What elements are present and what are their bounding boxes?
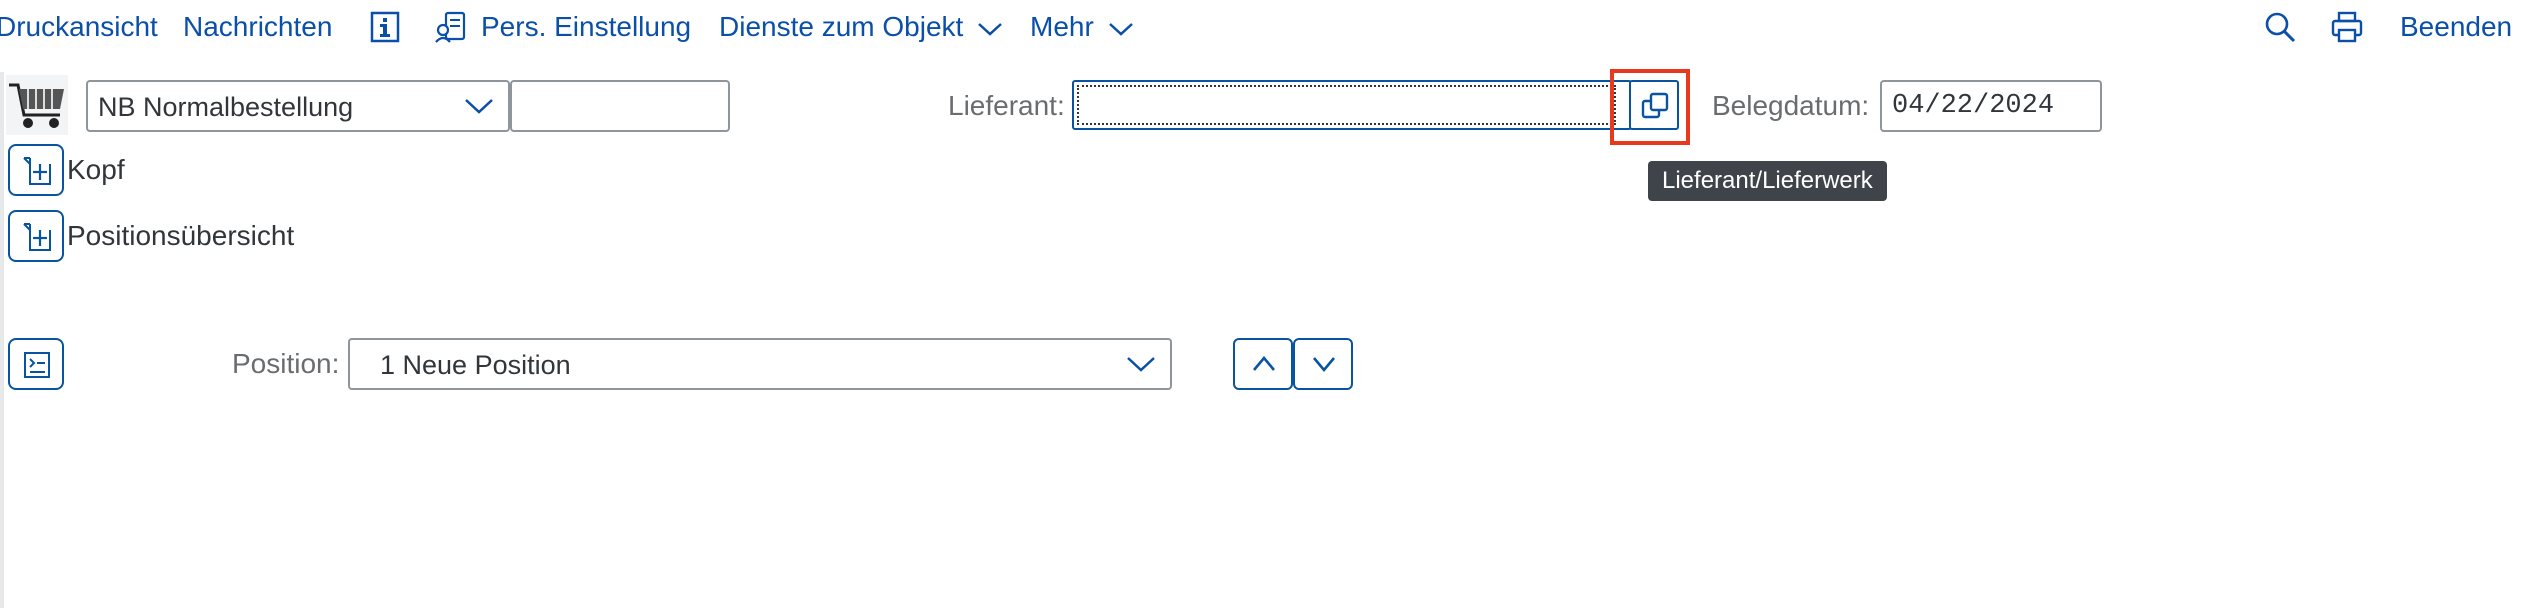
position-value: 1 Neue Position [380,350,571,380]
doc-date-input[interactable]: 04/22/2024 [1880,80,2102,132]
item-detail-toggle-button[interactable] [8,338,64,390]
item-detail-icon [24,352,50,378]
vendor-tooltip: Lieferant/Lieferwerk [1648,161,1887,201]
left-edge-divider [0,72,4,608]
info-icon[interactable] [368,10,402,44]
order-type-value: NB Normalbestellung [98,92,354,122]
personal-settings-icon[interactable] [434,10,468,44]
vendor-input-focus [1077,85,1616,125]
position-label: Position: [232,348,340,379]
search-icon[interactable] [2263,10,2297,44]
expand-item-overview-button[interactable] [8,210,64,262]
highlight-box [1610,69,1690,145]
position-select[interactable]: 1 Neue Position [348,338,1172,390]
previous-item-button[interactable] [1233,338,1293,390]
exit-button[interactable]: Beenden [2400,9,2512,45]
object-services-menu[interactable]: Dienste zum Objekt [719,9,1003,45]
more-label: Mehr [1030,11,1094,42]
doc-date-label: Belegdatum: [1712,90,1870,121]
object-services-label: Dienste zum Objekt [719,11,964,42]
shopping-cart-icon [6,75,68,135]
order-number-input[interactable] [510,80,730,132]
chevron-down-icon [978,22,1002,36]
header-section-label[interactable]: Kopf [67,144,125,196]
vendor-input[interactable] [1072,80,1632,130]
more-menu[interactable]: Mehr [1030,9,1134,45]
next-item-button[interactable] [1293,338,1353,390]
chevron-down-icon [1108,22,1133,36]
print-icon[interactable] [2330,10,2364,44]
expand-header-button[interactable] [8,144,64,196]
expand-icon [23,223,51,251]
expand-icon [23,157,51,185]
personal-settings-button[interactable]: Pers. Einstellung [481,9,691,45]
vendor-label: Lieferant: [948,90,1065,121]
print-preview-button[interactable]: Druckansicht [0,9,158,45]
chevron-down-icon [1127,357,1155,372]
sap-purchase-order-screen: Druckansicht Nachrichten Pers. Einstellu… [0,0,2524,608]
chevron-down-icon [465,99,493,114]
messages-button[interactable]: Nachrichten [183,9,332,45]
chevron-down-icon [1313,357,1335,373]
item-overview-section-label[interactable]: Positionsübersicht [67,210,294,262]
chevron-up-icon [1253,355,1275,371]
order-type-select[interactable]: NB Normalbestellung [86,80,510,132]
